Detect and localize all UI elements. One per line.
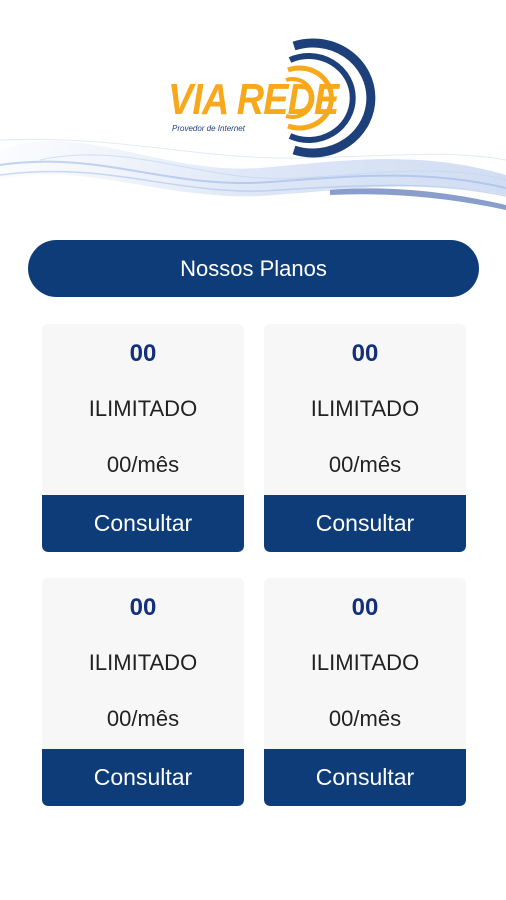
plan-card: 00 ILIMITADO 00/mês Consultar <box>264 324 466 552</box>
plan-speed: 00 <box>351 340 379 367</box>
consult-button[interactable]: Consultar <box>42 495 244 552</box>
consult-button-label: Consultar <box>315 510 415 536</box>
logo-subtitle: Provedor de Internet <box>172 124 245 133</box>
consult-button[interactable]: Consultar <box>42 749 244 806</box>
logo: VIA REDE Provedor de Internet <box>164 38 394 158</box>
consult-button-label: Consultar <box>93 764 193 790</box>
plan-price: 00/mês <box>106 706 180 731</box>
consult-button-label: Consultar <box>315 764 415 790</box>
consult-button[interactable]: Consultar <box>264 749 466 806</box>
plan-name: ILIMITADO <box>310 396 420 421</box>
consult-button[interactable]: Consultar <box>264 495 466 552</box>
plan-card: 00 ILIMITADO 00/mês Consultar <box>42 324 244 552</box>
plan-speed: 00 <box>129 340 157 367</box>
plan-price: 00/mês <box>328 452 402 477</box>
plan-name: ILIMITADO <box>310 650 420 675</box>
plan-speed: 00 <box>351 594 379 621</box>
plan-card: 00 ILIMITADO 00/mês Consultar <box>264 578 466 806</box>
section-title-bar: Nossos Planos <box>28 240 479 297</box>
consult-button-label: Consultar <box>93 510 193 536</box>
logo-text: VIA REDE <box>168 75 339 124</box>
plan-price: 00/mês <box>328 706 402 731</box>
plan-price: 00/mês <box>106 452 180 477</box>
plan-name: ILIMITADO <box>88 650 198 675</box>
section-title: Nossos Planos <box>180 255 327 281</box>
plan-speed: 00 <box>129 594 157 621</box>
plan-card: 00 ILIMITADO 00/mês Consultar <box>42 578 244 806</box>
plan-name: ILIMITADO <box>88 396 198 421</box>
header: VIA REDE Provedor de Internet <box>0 0 506 225</box>
